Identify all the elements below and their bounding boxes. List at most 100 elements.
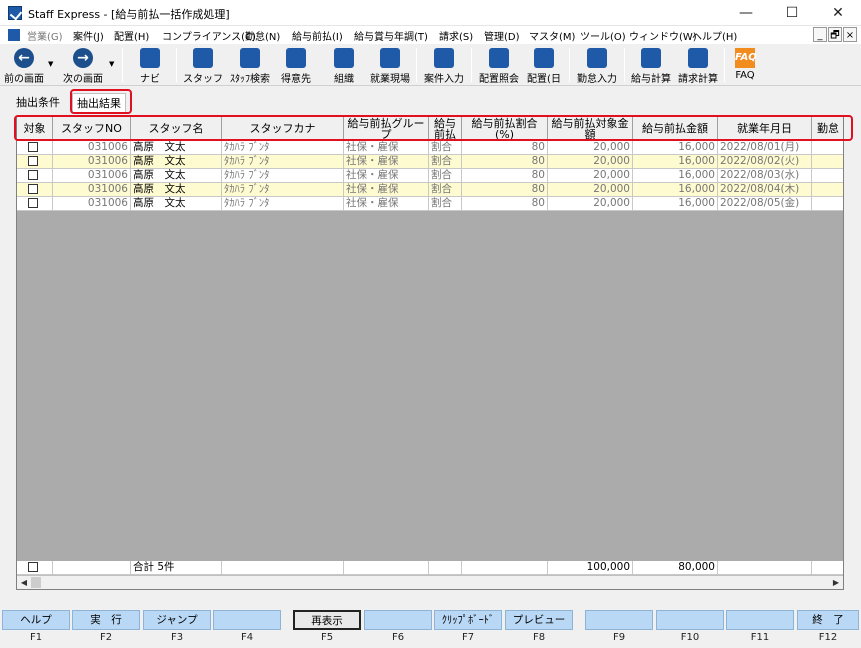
fkey-label: F8 [532, 632, 546, 643]
cell-date: 2022/08/05(金) [718, 197, 812, 211]
exit-button[interactable]: 終 了 [797, 610, 859, 630]
table-row[interactable]: 031006 高原 文太 ﾀｶﾊﾗ ﾌﾞﾝﾀ 社保・雇保 割合 80 20,00… [17, 197, 843, 211]
totals-label: 合計 5件 [131, 561, 222, 575]
preview-button[interactable]: プレビュー [505, 610, 573, 630]
mdi-minimize-button[interactable]: _ [813, 27, 827, 42]
f6-button[interactable] [364, 610, 432, 630]
totals-checkbox-cell [17, 561, 53, 575]
close-button[interactable]: ✕ [815, 0, 861, 26]
attendance-input-button[interactable]: 勤怠入力 [574, 46, 620, 85]
table-row[interactable]: 031006 高原 文太 ﾀｶﾊﾗ ﾌﾞﾝﾀ 社保・雇保 割合 80 20,00… [17, 141, 843, 155]
f4-button[interactable] [213, 610, 281, 630]
jump-button[interactable]: ジャンプ [143, 610, 211, 630]
org-button[interactable]: 組織 [324, 46, 364, 85]
column-header[interactable]: 給与前払対象金額 [548, 117, 633, 141]
pay-calc-button[interactable]: 給与計算 [629, 46, 673, 85]
refresh-button[interactable]: 再表示 [293, 610, 361, 630]
cell-attendance [812, 183, 843, 197]
menu-admin[interactable]: 管理(D) [484, 28, 520, 43]
menu-prepay[interactable]: 給与前払(I) [292, 28, 343, 43]
cell-target: 20,000 [548, 183, 633, 197]
menu-compliance[interactable]: コンプライアンス(C) [162, 28, 256, 43]
toolbar-separator [122, 48, 123, 82]
table-row[interactable]: 031006 高原 文太 ﾀｶﾊﾗ ﾌﾞﾝﾀ 社保・雇保 割合 80 20,00… [17, 155, 843, 169]
menu-tools[interactable]: ツール(O) [580, 28, 626, 43]
scroll-thumb[interactable] [31, 577, 41, 588]
menu-attendance[interactable]: 勤怠(N) [245, 28, 280, 43]
row-checkbox[interactable] [28, 142, 38, 152]
staff-button[interactable]: スタッフ [182, 46, 224, 85]
menu-billing[interactable]: 請求(S) [439, 28, 473, 43]
f11-button[interactable] [726, 610, 794, 630]
row-checkbox[interactable] [28, 156, 38, 166]
totals-amount: 80,000 [633, 561, 718, 575]
maximize-button[interactable]: ☐ [769, 0, 815, 26]
row-checkbox[interactable] [28, 184, 38, 194]
scroll-left-icon[interactable]: ◀ [17, 576, 31, 589]
tab-results[interactable]: 抽出結果 [72, 93, 126, 113]
column-header[interactable]: スタッフ名 [131, 117, 222, 141]
navi-button[interactable]: ナビ [130, 46, 170, 85]
select-all-checkbox[interactable] [28, 562, 38, 572]
fkey-label: F12 [818, 632, 838, 643]
cell-group: 社保・雇保 [344, 197, 429, 211]
column-header[interactable]: 対象 [17, 117, 53, 141]
org-icon [334, 48, 354, 68]
menu-sales[interactable]: 営業(G) [27, 28, 63, 43]
table-row[interactable]: 031006 高原 文太 ﾀｶﾊﾗ ﾌﾞﾝﾀ 社保・雇保 割合 80 20,00… [17, 169, 843, 183]
mdi-restore-button[interactable]: 🗗 [828, 27, 842, 42]
cell-staff-name: 高原 文太 [131, 197, 222, 211]
column-header[interactable]: 勤怠 [812, 117, 843, 141]
bill-calc-button[interactable]: 請求計算 [676, 46, 720, 85]
f10-button[interactable] [656, 610, 724, 630]
execute-button[interactable]: 実 行 [72, 610, 140, 630]
column-header[interactable]: スタッフNO [53, 117, 131, 141]
staff-search-button[interactable]: ｽﾀｯﾌ検索 [226, 46, 274, 85]
cell-type: 割合 [429, 183, 462, 197]
faq-button[interactable]: FAQ FAQ [730, 46, 760, 84]
table-row[interactable]: 031006 高原 文太 ﾀｶﾊﾗ ﾌﾞﾝﾀ 社保・雇保 割合 80 20,00… [17, 183, 843, 197]
case-input-button[interactable]: 案件入力 [421, 46, 467, 85]
row-checkbox-cell [17, 183, 53, 197]
column-header[interactable]: 給与前払グループ [344, 117, 429, 141]
help-button[interactable]: ヘルプ [2, 610, 70, 630]
minimize-button[interactable]: — [723, 0, 769, 26]
scroll-right-icon[interactable]: ▶ [829, 576, 843, 589]
row-checkbox[interactable] [28, 198, 38, 208]
person-icon [193, 48, 213, 68]
menu-payroll[interactable]: 給与賞与年調(T) [354, 28, 428, 43]
totals-cell [53, 561, 131, 575]
chevron-down-icon[interactable]: ▼ [109, 60, 114, 68]
next-button[interactable]: → 次の画面 [60, 46, 106, 85]
menu-assign[interactable]: 配置(H) [114, 28, 149, 43]
assign-day-button[interactable]: 配置(日 [524, 46, 564, 85]
tab-criteria[interactable]: 抽出条件 [16, 93, 60, 113]
menu-help[interactable]: ヘルプ(H) [692, 28, 737, 43]
chevron-down-icon[interactable]: ▼ [48, 60, 53, 68]
mdi-close-button[interactable]: × [843, 27, 857, 42]
f9-button[interactable] [585, 610, 653, 630]
row-checkbox[interactable] [28, 170, 38, 180]
column-header[interactable]: 給与前払 [429, 117, 462, 141]
cell-staff-kana: ﾀｶﾊﾗ ﾌﾞﾝﾀ [222, 141, 344, 155]
column-header[interactable]: 給与前払割合(%) [462, 117, 548, 141]
column-header[interactable]: スタッフカナ [222, 117, 344, 141]
cell-date: 2022/08/02(火) [718, 155, 812, 169]
menu-window[interactable]: ウィンドウ(W) [629, 28, 697, 43]
cell-staff-kana: ﾀｶﾊﾗ ﾌﾞﾝﾀ [222, 183, 344, 197]
back-button[interactable]: ← 前の画面 [2, 46, 46, 85]
results-grid[interactable]: 対象 スタッフNO スタッフ名 スタッフカナ 給与前払グループ 給与前払 給与前… [16, 116, 844, 590]
worksite-button[interactable]: 就業現場 [368, 46, 412, 85]
assign-inquiry-button[interactable]: 配置照会 [476, 46, 522, 85]
menu-case[interactable]: 案件(J) [73, 28, 104, 43]
edit-icon [587, 48, 607, 68]
client-button[interactable]: 得意先 [276, 46, 316, 85]
arrow-right-icon: → [73, 48, 93, 68]
horizontal-scrollbar[interactable]: ◀ ▶ [17, 575, 843, 589]
toolbar: ← 前の画面 ▼ → 次の画面 ▼ ナビ スタッフ ｽﾀｯﾌ検索 得意先 組織 [0, 44, 861, 86]
menu-master[interactable]: マスタ(M) [529, 28, 575, 43]
keyboard-icon [140, 48, 160, 68]
column-header[interactable]: 給与前払金額 [633, 117, 718, 141]
clipboard-button[interactable]: ｸﾘｯﾌﾟﾎﾞｰﾄﾞ [434, 610, 502, 630]
column-header[interactable]: 就業年月日 [718, 117, 812, 141]
